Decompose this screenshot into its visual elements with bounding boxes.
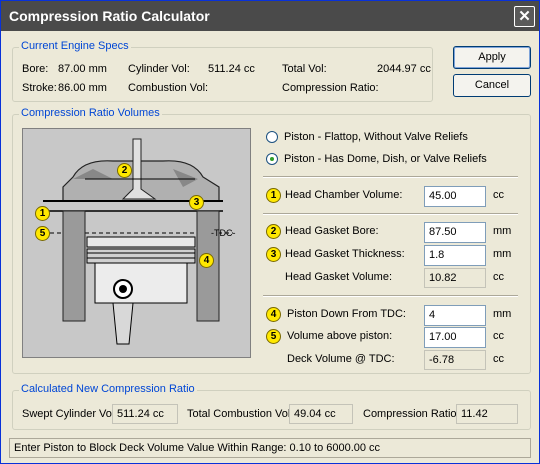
piston-crown (86, 236, 196, 248)
cylinder-vol-label: Cylinder Vol: (128, 63, 190, 75)
calculated-title: Calculated New Compression Ratio (19, 383, 197, 395)
swept-vol-value: 511.24 cc (112, 404, 178, 424)
separator-1 (263, 176, 518, 178)
gasket-volume-label: Head Gasket Volume: (285, 271, 393, 283)
head-chamber-label: Head Chamber Volume: (285, 189, 403, 201)
window-title: Compression Ratio Calculator (9, 8, 210, 24)
badge-3-diagram: 3 (189, 195, 204, 210)
total-vol-value: 2044.97 cc (377, 63, 431, 75)
badge-5: 5 (266, 329, 281, 344)
status-bar: Enter Piston to Block Deck Volume Value … (9, 438, 531, 458)
cancel-button[interactable]: Cancel (453, 74, 531, 97)
badge-4: 4 (266, 307, 281, 322)
dialog-window: Compression Ratio Calculator ✕ Current E… (0, 0, 540, 464)
gasket-volume-unit: cc (493, 271, 504, 283)
bore-value: 87.00 mm (58, 63, 107, 75)
total-combustion-label: Total Combustion Vol: (187, 408, 294, 420)
tdc-label: -TDC- (211, 228, 236, 238)
head-chamber-unit: cc (493, 189, 504, 201)
compression-ratio-label: Compression Ratio: (282, 82, 379, 94)
volume-above-input[interactable]: 17.00 (424, 327, 486, 348)
badge-1: 1 (266, 188, 281, 203)
total-combustion-value: 49.04 cc (289, 404, 353, 424)
badge-2-diagram: 2 (117, 163, 132, 178)
piston-down-label: Piston Down From TDC: (287, 308, 406, 320)
swept-vol-label: Swept Cylinder Vol: (22, 408, 118, 420)
combustion-vol-label: Combustion Vol: (128, 82, 209, 94)
separator-2 (263, 213, 518, 215)
badge-2: 2 (266, 224, 281, 239)
engine-diagram: -TDC- (22, 128, 251, 358)
engine-specs-title: Current Engine Specs (19, 40, 131, 52)
stroke-label: Stroke: (22, 82, 57, 94)
head-chamber-input[interactable]: 45.00 (424, 186, 486, 207)
separator-3 (263, 295, 518, 297)
engine-diagram-svg: -TDC- (43, 138, 236, 345)
badge-5-diagram: 5 (35, 226, 50, 241)
block-left (62, 210, 86, 322)
volumes-title: Compression Ratio Volumes (19, 107, 162, 119)
radio-dome[interactable] (266, 153, 278, 165)
piston-rings (86, 248, 196, 264)
deck-volume-label: Deck Volume @ TDC: (287, 353, 395, 365)
cylinder-vol-value: 511.24 cc (208, 63, 255, 75)
stroke-value: 86.00 mm (58, 82, 107, 94)
title-bar[interactable]: Compression Ratio Calculator ✕ (1, 1, 539, 31)
gasket-bore-input[interactable]: 87.50 (424, 222, 486, 243)
piston-down-unit: mm (493, 308, 512, 320)
new-ratio-label: Compression Ratio: (363, 408, 460, 420)
connecting-rod (112, 302, 134, 345)
radio-flattop[interactable] (266, 131, 278, 143)
deck-volume-value: -6.78 (424, 350, 486, 370)
new-ratio-value: 11.42 (456, 404, 518, 424)
gasket-volume-value: 10.82 (424, 268, 486, 288)
radio-flattop-label[interactable]: Piston - Flattop, Without Valve Reliefs (284, 131, 468, 143)
gasket-bore-unit: mm (493, 225, 512, 237)
wrist-pin-center (119, 285, 127, 293)
radio-dome-label[interactable]: Piston - Has Dome, Dish, or Valve Relief… (284, 153, 487, 165)
badge-1-diagram: 1 (35, 206, 50, 221)
piston-skirt (94, 262, 188, 304)
bore-label: Bore: (22, 63, 49, 75)
gasket-thickness-input[interactable]: 1.8 (424, 245, 486, 266)
deck-volume-unit: cc (493, 353, 504, 365)
apply-button[interactable]: Apply (453, 46, 531, 69)
volume-above-label: Volume above piston: (287, 330, 393, 342)
badge-4-diagram: 4 (199, 253, 214, 268)
total-vol-label: Total Vol: (282, 63, 327, 75)
gasket-thickness-unit: mm (493, 248, 512, 260)
close-button[interactable]: ✕ (514, 6, 535, 27)
gasket-bore-label: Head Gasket Bore: (285, 225, 379, 237)
gasket-thickness-label: Head Gasket Thickness: (285, 248, 405, 260)
piston-down-input[interactable]: 4 (424, 305, 486, 326)
volume-above-unit: cc (493, 330, 504, 342)
badge-3: 3 (266, 247, 281, 262)
